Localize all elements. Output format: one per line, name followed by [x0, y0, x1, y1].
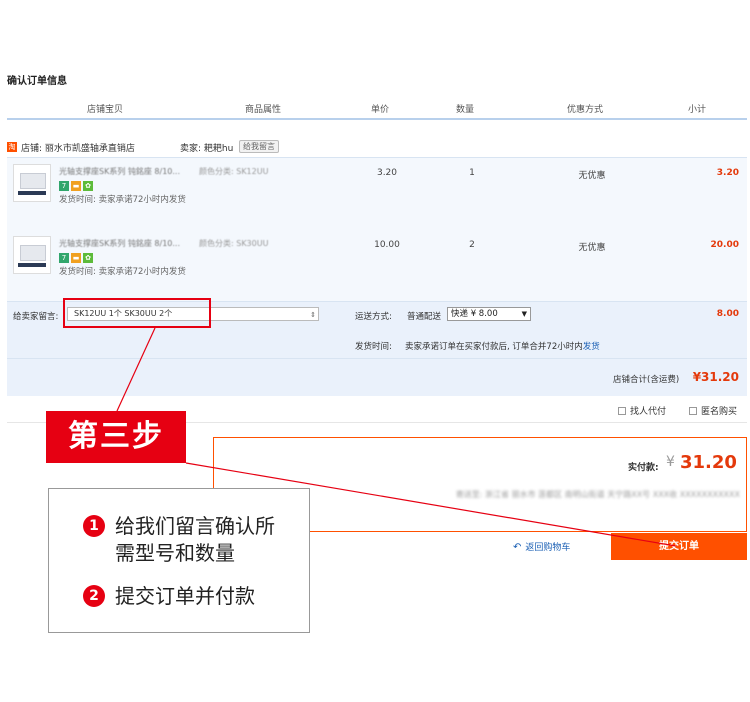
product-ship-time: 发货时间: 卖家承诺72小时内发货	[59, 195, 186, 205]
product-ship-time: 发货时间: 卖家承诺72小时内发货	[59, 267, 186, 277]
total-divider	[7, 358, 747, 359]
shop-logo-icon: 淘	[7, 142, 17, 152]
instruction-row-1: 1 给我们留言确认所需型号和数量	[83, 513, 285, 567]
shipping-select-value: 快递 ¥ 8.00	[451, 309, 498, 319]
header-divider	[7, 118, 747, 120]
proxy-pay-option[interactable]: 找人代付	[618, 404, 666, 417]
product-thumbnail[interactable]	[13, 236, 51, 274]
seller-name[interactable]: 卖家: 耙耙hu	[180, 141, 233, 154]
product-spec: 颜色分类: SK12UU	[199, 167, 269, 176]
message-seller-button[interactable]: 给我留言	[239, 140, 279, 153]
items-area: 光轴支撑座SK系列 钝銘座 8/10... 颜色分类: SK12UU 7 ▬ ✿…	[7, 157, 747, 301]
guarantee-icon: ✿	[83, 253, 93, 263]
product-subtotal: 3.20	[716, 168, 739, 178]
table-row: 光轴支撑座SK系列 钝銘座 8/10... 颜色分类: SK12UU 7 ▬ ✿…	[7, 158, 747, 228]
header-subtotal: 小计	[687, 105, 706, 115]
step-number-2-icon: 2	[83, 585, 105, 607]
header-item: 店铺宝贝	[86, 105, 123, 115]
payment-currency: ¥	[666, 454, 675, 470]
shop-bar: 淘 店铺: 丽水市凯盛轴承直销店 卖家: 耙耙hu 给我留言	[7, 138, 747, 156]
seven-day-return-icon: 7	[59, 253, 69, 263]
header-attributes: 商品属性	[244, 105, 281, 115]
product-quantity: 1	[469, 168, 475, 178]
shipping-normal-label: 普通配送	[407, 312, 442, 322]
step-label: 第三步	[46, 411, 186, 463]
chevron-down-icon: ▼	[521, 310, 527, 318]
back-to-cart-link[interactable]: ↶ 返回购物车	[513, 540, 570, 553]
annotation-highlight-frame	[63, 298, 211, 328]
product-quantity: 2	[469, 240, 475, 250]
message-label: 给卖家留言:	[13, 312, 59, 322]
product-name[interactable]: 光轴支撑座SK系列 钝銘座 8/10...	[59, 166, 180, 177]
instruction-box: 1 给我们留言确认所需型号和数量 2 提交订单并付款	[48, 488, 310, 633]
table-row: 光轴支撑座SK系列 钝銘座 8/10... 颜色分类: SK30UU 7 ▬ ✿…	[7, 230, 747, 300]
payment-value: 31.20	[680, 452, 737, 473]
anonymous-label: 匿名购买	[701, 407, 738, 417]
product-subtotal: 20.00	[710, 240, 739, 250]
seven-day-return-icon: 7	[59, 181, 69, 191]
ship-time-text: 卖家承诺订单在买家付款后, 订单合并72小时内发货	[405, 340, 600, 352]
service-badges: 7 ▬ ✿	[59, 253, 93, 263]
credit-card-icon: ▬	[71, 253, 81, 263]
instruction-text-1: 给我们留言确认所需型号和数量	[115, 514, 275, 565]
step-number-1-icon: 1	[83, 515, 105, 537]
back-to-cart-label: 返回购物车	[525, 543, 571, 553]
shop-name[interactable]: 店铺: 丽水市凯盛轴承直销店	[21, 141, 135, 154]
shipping-fee: 8.00	[716, 309, 739, 319]
ship-time-link[interactable]: 发货	[583, 342, 600, 352]
service-badges: 7 ▬ ✿	[59, 181, 93, 191]
proxy-pay-checkbox[interactable]	[618, 406, 626, 415]
ship-time-body: 卖家承诺订单在买家付款后, 订单合并72小时内	[405, 342, 583, 352]
proxy-pay-label: 找人代付	[630, 407, 667, 417]
product-promo: 无优惠	[578, 171, 606, 181]
payment-label: 实付款:	[628, 463, 659, 473]
product-thumbnail[interactable]	[13, 164, 51, 202]
page-title: 确认订单信息	[7, 76, 67, 87]
shipping-method-label: 运送方式:	[355, 312, 392, 322]
product-promo: 无优惠	[578, 243, 606, 253]
anonymous-option[interactable]: 匿名购买	[689, 404, 737, 417]
anonymous-checkbox[interactable]	[689, 406, 697, 415]
back-arrow-icon: ↶	[513, 542, 522, 553]
guarantee-icon: ✿	[83, 181, 93, 191]
product-spec: 颜色分类: SK30UU	[199, 239, 269, 248]
product-price: 10.00	[374, 240, 400, 250]
ship-time-label: 发货时间:	[355, 342, 392, 352]
instruction-text-2: 提交订单并付款	[115, 584, 255, 608]
store-total-value: ¥31.20	[692, 370, 739, 384]
instruction-row-2: 2 提交订单并付款	[83, 583, 255, 610]
shipping-address: 寄送至: 浙江省 丽水市 莲都区 南明山街道 天宁路XX号 XXX收 XXXXX…	[455, 490, 740, 499]
product-price: 3.20	[376, 168, 398, 178]
header-price: 单价	[370, 105, 389, 115]
header-promo: 优惠方式	[566, 105, 603, 115]
product-name[interactable]: 光轴支撑座SK系列 钝銘座 8/10...	[59, 238, 180, 249]
shipping-select[interactable]: 快递 ¥ 8.00 ▼	[447, 307, 531, 321]
store-total-label: 店铺合计(含运费)	[613, 375, 680, 385]
header-quantity: 数量	[455, 105, 474, 115]
spinner-icon[interactable]: ⇕	[310, 309, 316, 321]
submit-order-button[interactable]: 提交订单	[611, 533, 747, 560]
credit-card-icon: ▬	[71, 181, 81, 191]
